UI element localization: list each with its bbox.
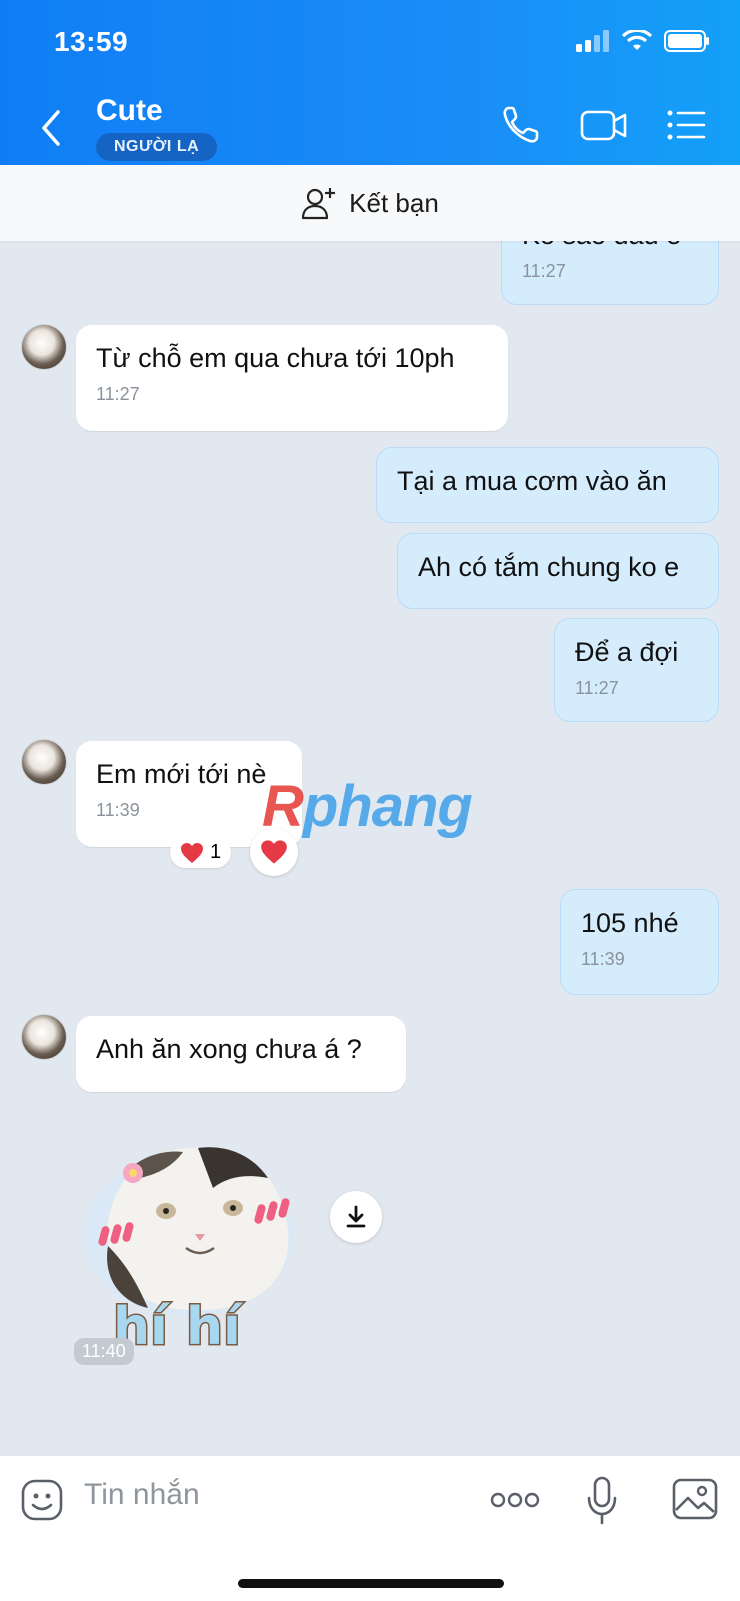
message-text: Ko sao đâu e: [522, 241, 681, 250]
signal-icon: [576, 30, 609, 52]
phone-icon[interactable]: [500, 104, 542, 146]
message-input-bar: Tin nhắn: [0, 1455, 740, 1601]
message-text: Anh ăn xong chưa á ?: [96, 1034, 362, 1064]
status-time: 13:59: [54, 26, 129, 57]
home-indicator[interactable]: [238, 1579, 504, 1588]
message-out[interactable]: Để a đợi 11:27: [554, 618, 719, 722]
watermark-text: phang: [302, 774, 473, 839]
download-button[interactable]: [330, 1191, 382, 1243]
heart-icon: [261, 840, 287, 864]
message-text: 105 nhé: [581, 908, 679, 938]
message-out[interactable]: 105 nhé 11:39: [560, 889, 719, 995]
watermark-letter: R: [262, 774, 304, 839]
stranger-badge: NGƯỜI LẠ: [96, 133, 218, 161]
message-out[interactable]: Tại a mua cơm vào ăn: [376, 447, 719, 523]
message-text: Ah có tắm chung ko e: [418, 552, 680, 582]
battery-icon: [664, 30, 709, 52]
back-arrow-icon[interactable]: [38, 108, 64, 148]
video-icon[interactable]: [580, 104, 628, 146]
message-out[interactable]: Ko sao đâu e 11:27: [501, 241, 719, 305]
image-icon[interactable]: [672, 1478, 718, 1520]
cat-sticker[interactable]: hí hí: [78, 1126, 318, 1356]
add-friend-bar[interactable]: Kết bạn: [0, 165, 740, 241]
chat-header: 13:59 Cute NGƯỜI LẠ: [0, 0, 740, 165]
message-text: Từ chỗ em qua chưa tới 10ph: [96, 343, 455, 373]
message-input[interactable]: Tin nhắn: [84, 1478, 200, 1512]
message-time: 11:27: [96, 384, 140, 404]
mic-icon[interactable]: [585, 1476, 619, 1526]
message-in[interactable]: Từ chỗ em qua chưa tới 10ph 11:27: [76, 325, 508, 431]
heart-icon: [181, 842, 203, 863]
message-time: 11:39: [581, 949, 625, 969]
avatar[interactable]: [21, 1014, 67, 1060]
avatar[interactable]: [21, 324, 67, 370]
add-friend-label: Kết bạn: [349, 187, 439, 218]
add-person-icon: [302, 188, 336, 220]
status-icons: [576, 30, 710, 52]
wifi-icon: [622, 30, 652, 50]
reaction-count: 1: [210, 841, 222, 863]
more-icon[interactable]: [490, 1491, 540, 1509]
message-out[interactable]: Ah có tắm chung ko e: [397, 533, 719, 609]
message-list[interactable]: Ko sao đâu e 11:27 Từ chỗ em qua chưa tớ…: [0, 241, 740, 1455]
watermark: Rphang: [262, 773, 473, 840]
message-text: Em mới tới nè: [96, 759, 267, 789]
message-time: 11:27: [575, 678, 619, 698]
menu-icon[interactable]: [666, 104, 706, 146]
message-time: 11:27: [522, 261, 566, 281]
avatar[interactable]: [21, 739, 67, 785]
message-time: 11:39: [96, 800, 140, 820]
sticker-time: 11:40: [74, 1338, 134, 1365]
message-in[interactable]: Anh ăn xong chưa á ?: [76, 1016, 406, 1092]
message-text: Tại a mua cơm vào ăn: [397, 466, 667, 496]
download-icon: [346, 1205, 366, 1228]
reaction-summary[interactable]: 1: [170, 837, 232, 868]
contact-name[interactable]: Cute: [96, 94, 163, 128]
message-text: Để a đợi: [575, 637, 679, 667]
emoji-icon[interactable]: [20, 1478, 64, 1522]
